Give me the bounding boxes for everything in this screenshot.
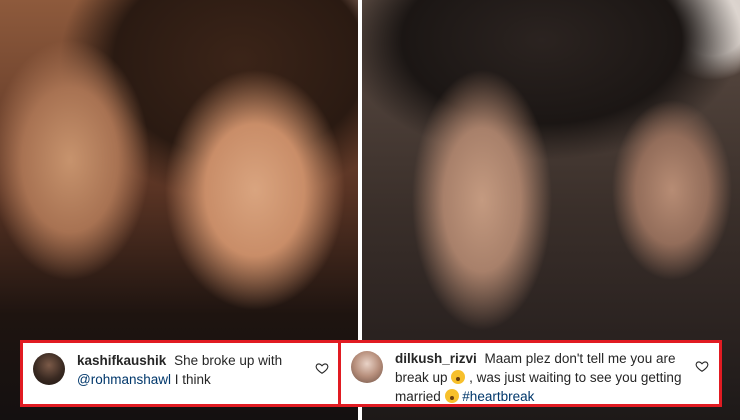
heart-outline-icon[interactable] <box>315 361 329 375</box>
heart-outline-icon[interactable] <box>695 359 709 373</box>
comment-text: I think <box>174 372 211 387</box>
comment-mention-link[interactable]: @rohmanshawl <box>77 372 171 387</box>
sad-face-emoji-icon <box>444 389 459 403</box>
comment-username[interactable]: dilkush_rizvi <box>395 351 477 366</box>
avatar[interactable] <box>351 351 383 383</box>
comment-card-kashifkaushik: kashifkaushik She broke up with @rohmans… <box>20 340 342 407</box>
comment-card-dilkush-rizvi: dilkush_rizvi Maam plez don't tell me yo… <box>338 340 722 407</box>
comment-body: dilkush_rizvi Maam plez don't tell me yo… <box>395 349 687 406</box>
comment-hashtag-link[interactable]: #heartbreak <box>462 389 534 404</box>
comment-body: kashifkaushik She broke up with @rohmans… <box>77 351 307 389</box>
comment-username[interactable]: kashifkaushik <box>77 353 166 368</box>
avatar[interactable] <box>33 353 65 385</box>
surprised-face-emoji-icon <box>451 370 466 384</box>
comment-text: She broke up with <box>174 353 283 368</box>
